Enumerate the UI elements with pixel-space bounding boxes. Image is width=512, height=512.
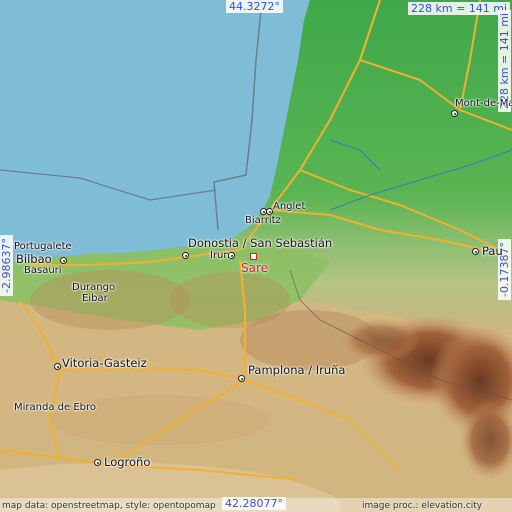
city-marker-mont-de-marsan xyxy=(451,110,458,117)
label-mont-de-marsan: Mont-de-Ma xyxy=(455,98,512,109)
coord-bottom: 42.28077° xyxy=(222,497,286,510)
label-logrono: Logroño xyxy=(104,455,151,469)
city-marker-biarritz xyxy=(266,208,273,215)
label-anglet: Anglet xyxy=(273,201,306,212)
label-portugalete: Portugalete xyxy=(14,241,72,252)
city-marker-donostia xyxy=(182,252,189,259)
credit-image-proc: image proc.: elevation.city xyxy=(362,501,483,511)
label-bilbao: Bilbao xyxy=(16,252,52,266)
city-marker-bilbao xyxy=(60,257,67,264)
coord-top: 44.3272° xyxy=(226,0,283,13)
label-biarritz: Biarritz xyxy=(245,215,281,226)
label-durango: Durango xyxy=(72,282,116,293)
label-basauri: Basauri xyxy=(24,265,62,276)
city-marker-logrono xyxy=(94,459,101,466)
city-marker-vitoria xyxy=(54,363,61,370)
label-donostia: Donostia / San Sebastián xyxy=(188,236,333,250)
coord-left: -2.98637° xyxy=(0,235,13,296)
scale-top: 228 km = 141 mi xyxy=(408,2,511,15)
sare-location-marker[interactable] xyxy=(250,253,257,260)
city-marker-pau xyxy=(472,248,479,255)
map-view[interactable]: 44.3272° 228 km = 141 mi 42.28077° -2.98… xyxy=(0,0,512,512)
label-eibar: Eibar xyxy=(82,293,108,304)
city-marker-pamplona xyxy=(238,375,245,382)
label-pamplona: Pamplona / Iruña xyxy=(248,363,346,377)
label-sare: Sare xyxy=(241,261,269,275)
label-pau: Pau xyxy=(482,244,503,258)
scale-right: 228 km = 141 mi xyxy=(498,9,511,112)
credit-map-data: map data: openstreetmap, style: opentopo… xyxy=(2,501,216,511)
label-miranda: Miranda de Ebro xyxy=(14,402,96,413)
label-irun: Irun xyxy=(210,250,230,261)
label-vitoria: Vitoria-Gasteiz xyxy=(62,356,147,370)
